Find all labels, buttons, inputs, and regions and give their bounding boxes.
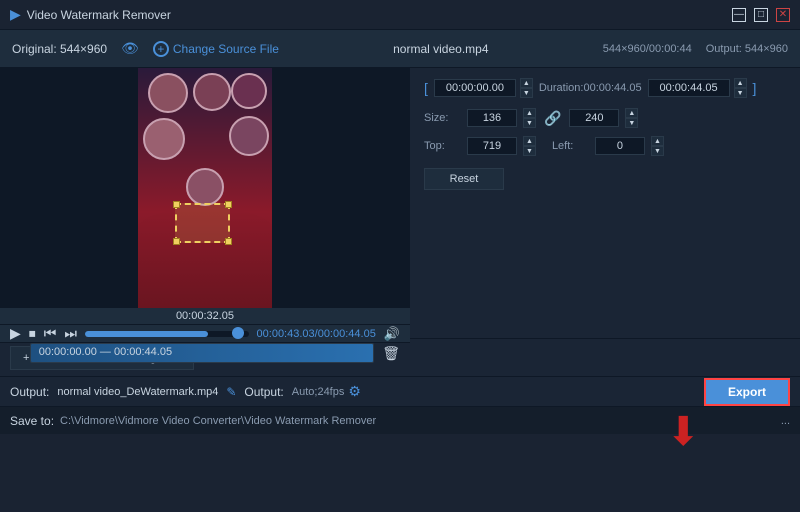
browse-button[interactable]: ...: [781, 415, 790, 427]
controls-bar: ▶ ⏹ ⏮ ⏭ 00:00:43.03/00:00:44.05 🔊: [0, 324, 410, 342]
progress-bar[interactable]: [85, 331, 249, 337]
right-panel: [ ▲ ▼ Duration:00:00:44.05 ▲ ▼ ] Size: ▲…: [410, 68, 800, 338]
original-label: Original: 544×960: [12, 42, 107, 56]
left-side: 00:00:32.05 ▶ ⏹ ⏮ ⏭ 00:00:43.03/00:00:44…: [0, 68, 410, 338]
start-time-spinner: ▲ ▼: [520, 78, 533, 98]
time-range-row: [ ▲ ▼ Duration:00:00:44.05 ▲ ▼ ]: [424, 78, 786, 98]
stop-button[interactable]: ⏹: [29, 325, 36, 342]
progress-fill: [85, 331, 208, 337]
bracket-left: [: [424, 80, 428, 96]
top-label: Top:: [424, 140, 459, 152]
end-time-input[interactable]: [648, 79, 730, 97]
end-time-spinner: ▲ ▼: [734, 78, 747, 98]
title-left: ▶ Video Watermark Remover: [10, 6, 171, 23]
gear-icon[interactable]: ⚙: [348, 383, 361, 400]
clip-time-range[interactable]: 00:00:00.00 — 00:00:44.05: [30, 343, 374, 363]
title-bar: ▶ Video Watermark Remover — □ ✕: [0, 0, 800, 30]
save-static-label: Save to:: [10, 414, 54, 428]
minimize-button[interactable]: —: [732, 8, 746, 22]
current-time-display: 00:00:32.05: [176, 310, 234, 322]
resize-handle-tl[interactable]: [173, 201, 180, 208]
size-h-up[interactable]: ▲: [625, 108, 638, 118]
progress-thumb[interactable]: [232, 327, 244, 339]
watermark-selection-box[interactable]: [175, 203, 230, 243]
output-settings-label: Output:: [244, 385, 283, 399]
time-display: 00:00:43.03/00:00:44.05: [257, 328, 376, 340]
resize-handle-bl[interactable]: [173, 238, 180, 245]
change-source-label: Change Source File: [173, 42, 279, 56]
start-time-down[interactable]: ▼: [520, 88, 533, 98]
file-name: normal video.mp4: [293, 42, 589, 56]
prev-frame-button[interactable]: ⏮: [44, 325, 57, 342]
resize-handle-br[interactable]: [225, 238, 232, 245]
close-button[interactable]: ✕: [776, 8, 790, 22]
size-w-spinner: ▲ ▼: [523, 108, 536, 128]
clip-row: ✂ 00:00:00.00 — 00:00:44.05 🗑: [0, 342, 410, 363]
output-bar: Output: normal video_DeWatermark.mp4 ✎ O…: [0, 376, 800, 406]
top-bar: Original: 544×960 👁 + Change Source File…: [0, 30, 800, 68]
size-h-spinner: ▲ ▼: [625, 108, 638, 128]
top-down[interactable]: ▼: [523, 146, 536, 156]
red-arrow-icon: ⬇: [666, 412, 700, 452]
clip-time-text: 00:00:00.00 — 00:00:44.05: [39, 346, 172, 358]
app-icon: ▶: [10, 6, 21, 23]
size-label: Size:: [424, 112, 459, 124]
size-height-input[interactable]: [569, 109, 619, 127]
duration-label: Duration:00:00:44.05: [539, 82, 642, 94]
top-spinner: ▲ ▼: [523, 136, 536, 156]
output-name: normal video_DeWatermark.mp4: [57, 386, 218, 398]
output-settings-text: Auto;24fps: [292, 386, 345, 398]
left-down[interactable]: ▼: [651, 146, 664, 156]
link-icon: 🔗: [544, 110, 561, 127]
left-spinner: ▲ ▼: [651, 136, 664, 156]
resize-handle-tr[interactable]: [225, 201, 232, 208]
output-label: Output: 544×960: [706, 43, 788, 55]
maximize-button[interactable]: □: [754, 8, 768, 22]
size-width-input[interactable]: [467, 109, 517, 127]
end-time-up[interactable]: ▲: [734, 78, 747, 88]
eye-icon[interactable]: 👁: [121, 40, 139, 57]
reset-button[interactable]: Reset: [424, 168, 504, 190]
video-background: [138, 68, 272, 308]
volume-icon[interactable]: 🔊: [384, 326, 400, 342]
timeline-time: 00:00:32.05: [0, 308, 410, 324]
app-title: Video Watermark Remover: [27, 8, 171, 22]
left-label: Left:: [552, 140, 587, 152]
video-area: [0, 68, 410, 308]
output-static-label: Output:: [10, 385, 49, 399]
start-time-up[interactable]: ▲: [520, 78, 533, 88]
edit-icon[interactable]: ✎: [226, 385, 236, 399]
top-up[interactable]: ▲: [523, 136, 536, 146]
content-area: 00:00:32.05 ▶ ⏹ ⏮ ⏭ 00:00:43.03/00:00:44…: [0, 68, 800, 338]
video-frame: [138, 68, 272, 308]
file-dims: 544×960/00:00:44: [603, 43, 692, 55]
position-row: Top: ▲ ▼ Left: ▲ ▼: [424, 136, 786, 156]
size-h-down[interactable]: ▼: [625, 118, 638, 128]
title-controls: — □ ✕: [732, 8, 790, 22]
output-settings: Auto;24fps ⚙: [292, 383, 361, 400]
bracket-right: ]: [753, 80, 757, 96]
top-input[interactable]: [467, 137, 517, 155]
add-circle-icon: +: [153, 41, 169, 57]
size-w-up[interactable]: ▲: [523, 108, 536, 118]
end-time-down[interactable]: ▼: [734, 88, 747, 98]
play-button[interactable]: ▶: [10, 325, 21, 342]
change-source-button[interactable]: + Change Source File: [153, 41, 279, 57]
export-button[interactable]: Export: [704, 378, 790, 406]
delete-clip-icon[interactable]: 🗑: [382, 345, 400, 362]
size-w-down[interactable]: ▼: [523, 118, 536, 128]
start-time-input[interactable]: [434, 79, 516, 97]
left-input[interactable]: [595, 137, 645, 155]
size-row: Size: ▲ ▼ 🔗 ▲ ▼: [424, 108, 786, 128]
next-frame-button[interactable]: ⏭: [64, 325, 77, 342]
left-up[interactable]: ▲: [651, 136, 664, 146]
